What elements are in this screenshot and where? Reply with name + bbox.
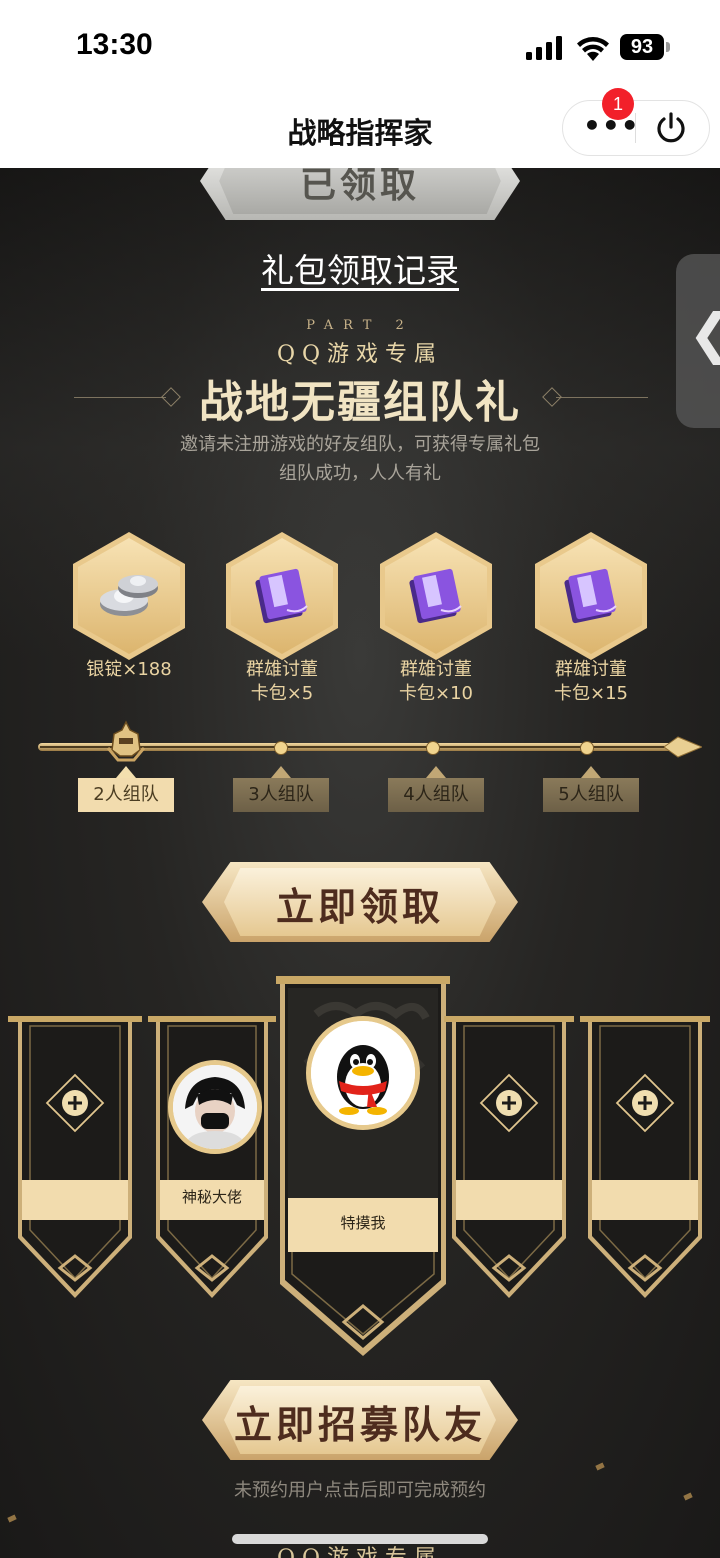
- card-pack-icon: [564, 568, 617, 624]
- team-slot-leader: 特摸我: [276, 974, 450, 1360]
- part-label: PART 2: [306, 318, 414, 333]
- add-member-icon[interactable]: [614, 1072, 676, 1134]
- title-divider-left: [74, 397, 166, 398]
- reward-item: 群雄讨董卡包×15: [516, 532, 666, 712]
- recruit-note: 未预约用户点击后即可完成预约: [234, 1480, 486, 1501]
- claim-now-label: 立即领取: [275, 884, 444, 929]
- reward-name: 群雄讨董: [246, 659, 318, 680]
- card-pack-icon: [255, 568, 308, 624]
- claimed-label: 已领取: [299, 168, 420, 206]
- progress-node: [426, 741, 440, 755]
- claim-now-button[interactable]: 立即领取: [202, 862, 518, 942]
- power-icon[interactable]: [653, 110, 689, 146]
- status-time: 13:30: [76, 28, 153, 61]
- leader-name: 特摸我: [340, 1214, 386, 1232]
- cellular-signal-icon: [526, 36, 562, 60]
- section-title: 战地无疆组队礼: [199, 377, 521, 428]
- reward-name: 群雄讨董: [555, 659, 627, 680]
- battery-level: 93: [620, 34, 664, 60]
- team-size-label: 3人组队: [233, 766, 329, 812]
- claimed-button[interactable]: 已领取: [200, 168, 520, 220]
- silver-ingot-icon: [100, 575, 158, 616]
- team-size-text: 4人组队: [388, 778, 484, 812]
- reward-item: 银锭×188: [54, 532, 204, 712]
- add-member-icon[interactable]: [478, 1072, 540, 1134]
- wifi-icon: [577, 37, 609, 61]
- reward-name-2: 卡包×15: [554, 683, 628, 704]
- team-slot-empty[interactable]: [580, 1012, 710, 1302]
- member-avatar: [168, 1060, 262, 1154]
- status-bar: 13:30 93: [0, 0, 720, 96]
- recruit-teammates-label: 立即招募队友: [233, 1402, 486, 1447]
- team-size-label: 4人组队: [388, 766, 484, 812]
- reward-name-2: 卡包×5: [250, 683, 314, 704]
- battery-icon: 93: [620, 34, 670, 60]
- add-member-icon[interactable]: [44, 1072, 106, 1134]
- team-size-label: 2人组队: [78, 766, 174, 812]
- progress-node: [274, 741, 288, 755]
- activity-content: 已领取 礼包领取记录 ❮ PART 2 QQ游戏专属 战地无疆组队礼 邀请未注册…: [0, 168, 720, 1558]
- ember-decoration: [595, 1462, 605, 1471]
- reward-name: 群雄讨董: [400, 659, 472, 680]
- reward-item: 群雄讨董卡包×5: [207, 532, 357, 712]
- section-description-2: 组队成功，人人有礼: [279, 463, 441, 484]
- reward-name-2: 卡包×10: [399, 683, 473, 704]
- qq-penguin-icon: [311, 1021, 415, 1125]
- helmet-marker-icon: [106, 720, 146, 762]
- spear-tip-icon: [664, 736, 702, 758]
- team-slot-member: 神秘大佬: [148, 1012, 276, 1302]
- progress-node: [580, 741, 594, 755]
- team-size-text: 5人组队: [543, 778, 639, 812]
- section-description: 邀请未注册游戏的好友组队，可获得专属礼包: [180, 434, 540, 455]
- section-subtitle: QQ游戏专属: [276, 342, 444, 367]
- gift-record-link[interactable]: 礼包领取记录: [0, 244, 720, 292]
- notification-badge: 1: [602, 88, 634, 120]
- mini-program-capsule: •••: [562, 100, 710, 156]
- next-section-subtitle: QQ游戏专属: [0, 1540, 720, 1558]
- card-pack-icon: [409, 568, 462, 624]
- ember-decoration: [7, 1514, 17, 1523]
- team-size-text: 2人组队: [78, 778, 174, 812]
- team-slot-empty[interactable]: [8, 1012, 142, 1302]
- reward-name: 银锭×188: [86, 659, 172, 680]
- team-slot-empty[interactable]: [444, 1012, 574, 1302]
- team-size-label: 5人组队: [543, 766, 639, 812]
- member-name: 神秘大佬: [181, 1188, 242, 1206]
- leader-avatar: [306, 1016, 420, 1130]
- recruit-teammates-button[interactable]: 立即招募队友: [202, 1380, 518, 1460]
- reward-item: 群雄讨董卡包×10: [361, 532, 511, 712]
- title-divider-right: [556, 397, 648, 398]
- team-size-text: 3人组队: [233, 778, 329, 812]
